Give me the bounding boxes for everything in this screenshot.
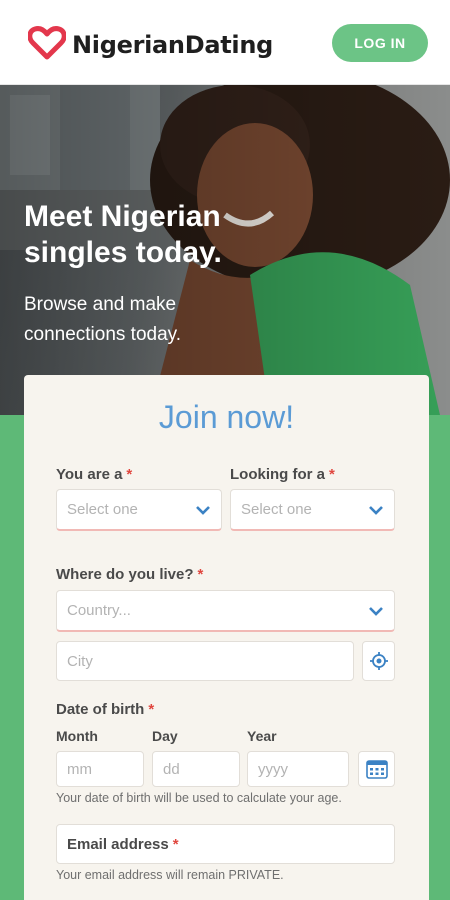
looking-for-select[interactable]: Select one [230,489,395,531]
required-mark: * [329,466,335,483]
hero-subtitle: Browse and make connections today. [24,294,182,345]
year-label: Year [247,728,277,744]
you-are-label: You are a * [56,466,133,483]
join-title: Join now! [158,399,295,435]
location-label: Where do you live? * [56,566,204,583]
looking-for-label: Looking for a * [230,466,335,483]
email-helper-text: Your email address will remain PRIVATE. [56,868,284,882]
month-label: Month [56,728,98,744]
country-select[interactable]: Country... [56,590,395,632]
city-input[interactable]: City [56,641,354,681]
required-mark: * [148,701,155,718]
location-target-icon [369,652,388,670]
logo-text: NigerianDating [72,31,273,59]
calendar-icon [365,760,388,779]
you-are-select[interactable]: Select one [56,489,222,531]
top-header: NigerianDating LOG IN [0,0,450,85]
year-input[interactable]: yyyy [247,751,349,787]
login-button[interactable]: LOG IN [332,24,428,62]
day-input[interactable]: dd [152,751,240,787]
heart-logo-icon [27,26,67,64]
required-mark: * [197,566,204,583]
day-label: Day [152,728,178,744]
site-logo[interactable]: NigerianDating [27,26,273,64]
chevron-down-icon [196,505,210,515]
hero-title: Meet Nigerian singles today. [24,200,222,269]
signup-card: Join now! You are a * Select one Looking … [24,375,429,900]
calendar-button[interactable] [358,751,395,787]
dob-helper-text: Your date of birth will be used to calcu… [56,791,342,805]
locate-button[interactable] [362,641,395,681]
email-field[interactable]: Email address * [56,824,395,864]
hero-banner: Meet Nigerian singles today. Browse and … [0,85,450,415]
required-mark: * [172,835,179,853]
dob-label: Date of birth * [56,701,155,718]
required-mark: * [126,466,133,483]
chevron-down-icon [369,606,383,616]
chevron-down-icon [369,505,383,515]
month-input[interactable]: mm [56,751,144,787]
